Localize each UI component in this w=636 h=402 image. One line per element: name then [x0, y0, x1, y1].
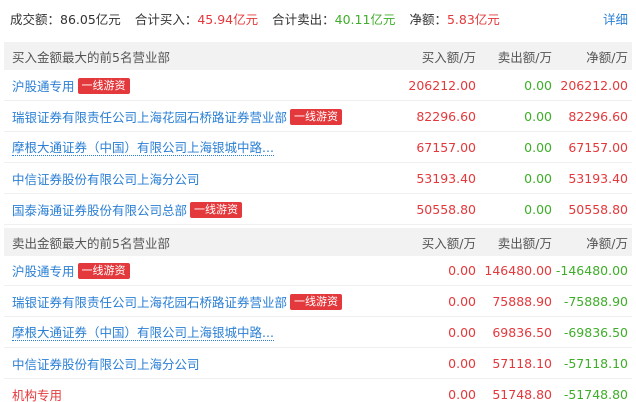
branch-name-text: 中信证券股份有限公司上海分公司: [12, 172, 200, 187]
buy-amount: 0.00: [448, 263, 476, 278]
buy-section-header: 买入金额最大的前5名营业部 买入额/万 卖出额/万 净额/万: [4, 42, 632, 70]
buy-summary: 合计买入：45.94亿元: [135, 9, 258, 28]
sell-amount: 146480.00: [484, 263, 552, 278]
branch-name-text: 机构专用: [12, 388, 63, 402]
sell-summary: 合计卖出：40.11亿元: [272, 9, 395, 28]
sell-amount: 0.00: [524, 171, 552, 186]
net-amount: 206212.00: [560, 78, 628, 93]
detail-link[interactable]: 详细: [603, 9, 628, 28]
table-row: 瑞银证券有限责任公司上海花园石桥路证券营业部 一线游资 82296.60 0.00 82…: [4, 102, 632, 132]
branch-name-link[interactable]: 机构专用: [12, 385, 62, 402]
table-row: 摩根大通证券（中国）有限公司上海银城中路... 67157.00 0.00 67157…: [4, 133, 632, 163]
sell-col-sell-header: 卖出额/万: [497, 235, 552, 251]
branch-name-link[interactable]: 瑞银证券有限责任公司上海花园石桥路证券营业部 一线游资: [12, 292, 343, 311]
net-label: 净额：: [409, 11, 447, 27]
net-amount: -57118.10: [563, 356, 628, 371]
hot-money-badge: 一线游资: [290, 293, 343, 310]
sell-col-net-header: 净额/万: [586, 235, 628, 251]
branch-name-text: 摩根大通证券（中国）有限公司上海银城中路...: [12, 324, 274, 341]
buy-col-net-header: 净额/万: [586, 49, 628, 65]
branch-name-text: 瑞银证券有限责任公司上海花园石桥路证券营业部: [12, 295, 288, 310]
buy-amount: 0.00: [448, 325, 476, 340]
sell-label: 合计卖出：: [272, 11, 335, 27]
net-amount: -146480.00: [555, 263, 628, 278]
sell-section-header: 卖出金额最大的前5名营业部 买入额/万 卖出额/万 净额/万: [4, 228, 632, 256]
sell-section-title: 卖出金额最大的前5名营业部: [12, 235, 170, 251]
branch-name-text: 瑞银证券有限责任公司上海花园石桥路证券营业部: [12, 110, 288, 125]
net-amount: -75888.90: [563, 294, 628, 309]
hot-money-badge: 一线游资: [77, 77, 130, 94]
branch-name-link[interactable]: 摩根大通证券（中国）有限公司上海银城中路...: [12, 140, 274, 156]
net-amount: 67157.00: [568, 140, 628, 155]
buy-amount: 0.00: [448, 387, 476, 402]
sell-amount: 0.00: [524, 140, 552, 155]
buy-amount: 53193.40: [416, 171, 476, 186]
turnover-summary: 成交额：86.05亿元: [10, 9, 121, 28]
table-row: 沪股通专用 一线游资 0.00 146480.00 -146480.00: [4, 256, 632, 286]
sell-amount: 0.00: [524, 109, 552, 124]
buy-amount: 206212.00: [408, 78, 476, 93]
summary-bar: 成交额：86.05亿元 合计买入：45.94亿元 合计卖出：40.11亿元 净额…: [10, 0, 632, 36]
sell-amount: 0.00: [524, 202, 552, 217]
table-row: 机构专用 0.00 51748.80 -51748.80: [4, 380, 632, 402]
branch-name-link[interactable]: 国泰海通证券股份有限公司总部 一线游资: [12, 200, 243, 219]
table-row: 摩根大通证券（中国）有限公司上海银城中路... 0.00 69836.50 -6983…: [4, 318, 632, 348]
sell-col-buy-header: 买入额/万: [421, 235, 476, 251]
buy-amount: 0.00: [448, 356, 476, 371]
sell-amount: 75888.90: [492, 294, 552, 309]
table-row: 沪股通专用 一线游资 206212.00 0.00 206212.00: [4, 71, 632, 101]
sell-amount: 51748.80: [492, 387, 552, 402]
net-amount: 82296.60: [568, 109, 628, 124]
buy-section-title: 买入金额最大的前5名营业部: [12, 49, 170, 65]
buy-amount: 67157.00: [416, 140, 476, 155]
sell-amount: 57118.10: [492, 356, 552, 371]
branch-name-text: 沪股通专用: [12, 79, 75, 94]
turnover-value: 86.05亿元: [60, 11, 121, 27]
buy-value: 45.94亿元: [197, 11, 259, 27]
hot-money-badge: 一线游资: [190, 201, 243, 218]
sell-amount: 69836.50: [492, 325, 552, 340]
net-amount: -51748.80: [563, 387, 628, 402]
net-amount: 50558.80: [568, 202, 628, 217]
buy-label: 合计买入：: [134, 11, 198, 27]
buy-col-sell-header: 卖出额/万: [497, 49, 552, 65]
turnover-label: 成交额：: [10, 11, 61, 27]
buy-amount: 0.00: [448, 294, 476, 309]
branch-name-text: 沪股通专用: [12, 264, 75, 279]
sell-value: 40.11亿元: [334, 11, 396, 27]
branch-name-text: 国泰海通证券股份有限公司总部: [12, 203, 188, 218]
buy-amount: 82296.60: [416, 109, 476, 124]
table-row: 中信证券股份有限公司上海分公司 0.00 57118.10 -57118.10: [4, 349, 632, 379]
hot-money-badge: 一线游资: [290, 108, 343, 125]
branch-name-text: 摩根大通证券（中国）有限公司上海银城中路...: [12, 139, 274, 156]
table-row: 中信证券股份有限公司上海分公司 53193.40 0.00 53193.40: [4, 164, 632, 194]
table-row: 瑞银证券有限责任公司上海花园石桥路证券营业部 一线游资 0.00 75888.90 -7…: [4, 287, 632, 317]
branch-name-link[interactable]: 中信证券股份有限公司上海分公司: [12, 169, 200, 188]
net-amount: -69836.50: [563, 325, 628, 340]
net-summary: 净额：5.83亿元: [409, 9, 499, 28]
buy-col-buy-header: 买入额/万: [421, 49, 476, 65]
sell-amount: 0.00: [524, 78, 552, 93]
branch-name-text: 中信证券股份有限公司上海分公司: [12, 357, 200, 372]
net-value: 5.83亿元: [446, 11, 500, 27]
branch-name-link[interactable]: 摩根大通证券（中国）有限公司上海银城中路...: [12, 325, 274, 341]
branch-name-link[interactable]: 中信证券股份有限公司上海分公司: [12, 354, 200, 373]
buy-amount: 50558.80: [416, 202, 476, 217]
hot-money-badge: 一线游资: [77, 262, 130, 279]
branch-name-link[interactable]: 沪股通专用 一线游资: [12, 76, 130, 95]
branch-name-link[interactable]: 沪股通专用 一线游资: [12, 261, 130, 280]
table-row: 国泰海通证券股份有限公司总部 一线游资 50558.80 0.00 50558.80: [4, 195, 632, 225]
net-amount: 53193.40: [568, 171, 628, 186]
branch-name-link[interactable]: 瑞银证券有限责任公司上海花园石桥路证券营业部 一线游资: [12, 107, 343, 126]
